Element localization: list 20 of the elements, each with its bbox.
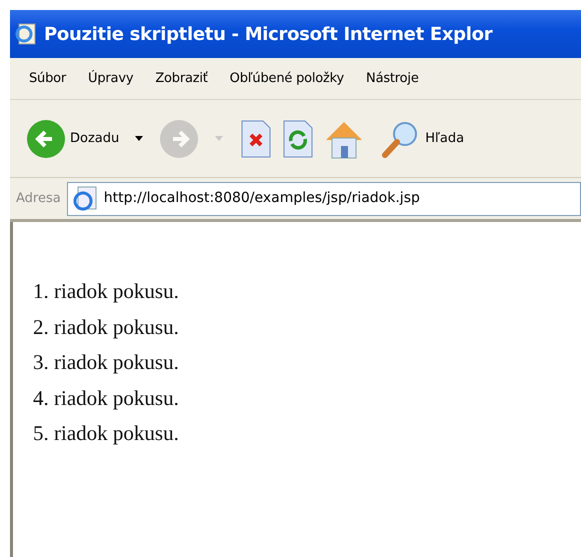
- menu-item[interactable]: Súbor: [18, 68, 78, 88]
- caret-icon[interactable]: [135, 136, 144, 141]
- menu-item[interactable]: Zobraziť: [144, 68, 219, 88]
- text-line: 2. riadok pokusu.: [33, 314, 180, 340]
- window-title: Pouzitie skriptletu - Microsoft Internet Explor: [44, 22, 492, 46]
- address-label: Adresa: [16, 190, 61, 208]
- menu-item[interactable]: Nástroje: [355, 68, 430, 88]
- menu-item[interactable]: Úpravy: [77, 68, 144, 88]
- text-line: 4. riadok pokusu.: [33, 384, 180, 412]
- text-line: 1. riadok pokusu.: [33, 278, 180, 305]
- search-button[interactable]: Hľada: [381, 118, 464, 158]
- page-icon: [72, 186, 98, 212]
- stop-icon[interactable]: [239, 118, 274, 158]
- address-field[interactable]: http://localhost:8080/examples/jsp/riadok.jsp: [66, 182, 581, 216]
- refresh-icon[interactable]: [281, 118, 316, 158]
- text-line: 5. riadok pokusu.: [33, 420, 180, 447]
- back-button[interactable]: Dozadu: [26, 118, 120, 158]
- text-line: 3. riadok pokusu.: [33, 349, 180, 376]
- browser-icon: [14, 22, 38, 46]
- menu-item[interactable]: Obľúbené položky: [218, 68, 356, 88]
